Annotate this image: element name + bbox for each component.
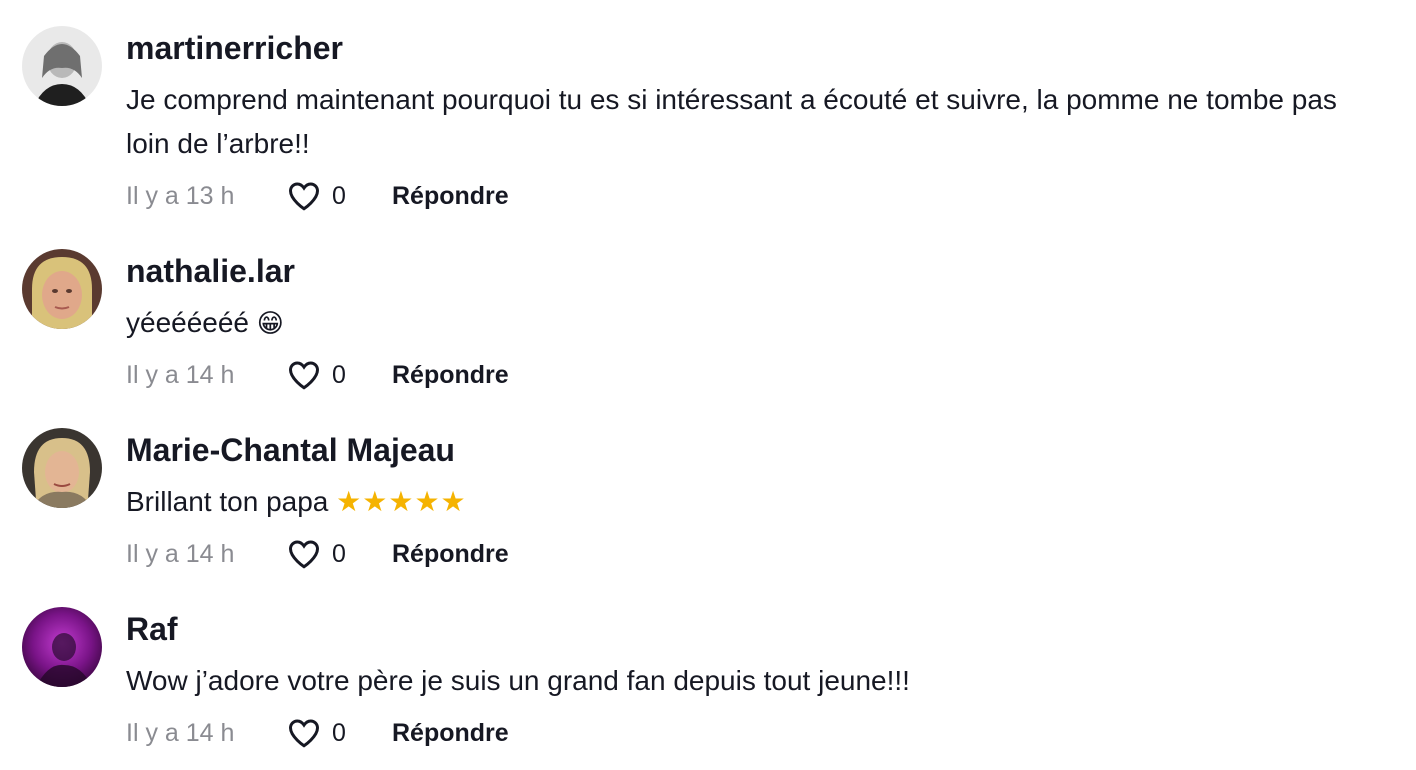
comment-body: Brillant ton papa <box>126 486 337 517</box>
comment-body: Wow j’adore votre père je suis un grand … <box>126 665 910 696</box>
comment-username[interactable]: martinerricher <box>126 28 343 68</box>
comment-body: Je comprend maintenant pourquoi tu es si… <box>126 84 1337 159</box>
like-button[interactable]: 0 <box>286 178 392 214</box>
comment-meta: Il y a 13 h 0 Répondre <box>126 176 509 216</box>
avatar[interactable] <box>22 26 102 106</box>
like-count: 0 <box>332 360 346 389</box>
comment-time: Il y a 14 h <box>126 539 235 568</box>
grinning-emoji-icon: 😁 <box>256 309 284 339</box>
comment-meta: Il y a 14 h 0 Répondre <box>126 534 509 574</box>
comment-time: Il y a 14 h <box>126 718 235 747</box>
heart-outline-icon <box>286 715 322 751</box>
like-button[interactable]: 0 <box>286 715 392 751</box>
comment-time: Il y a 14 h <box>126 360 235 389</box>
avatar[interactable] <box>22 607 102 687</box>
comment-text: Brillant ton papa ★★★★★ <box>126 480 1366 524</box>
like-button[interactable]: 0 <box>286 357 392 393</box>
comment-text: Je comprend maintenant pourquoi tu es si… <box>126 78 1366 166</box>
reply-button[interactable]: Répondre <box>392 540 509 569</box>
avatar[interactable] <box>22 249 102 329</box>
comment-time: Il y a 13 h <box>126 181 235 210</box>
reply-button[interactable]: Répondre <box>392 719 509 748</box>
heart-outline-icon <box>286 357 322 393</box>
like-button[interactable]: 0 <box>286 536 392 572</box>
like-count: 0 <box>332 539 346 568</box>
comment-username[interactable]: nathalie.lar <box>126 251 295 291</box>
heart-outline-icon <box>286 536 322 572</box>
comment-text: Wow j’adore votre père je suis un grand … <box>126 659 1366 703</box>
like-count: 0 <box>332 181 346 210</box>
comment-username[interactable]: Marie-Chantal Majeau <box>126 430 455 470</box>
reply-button[interactable]: Répondre <box>392 361 509 390</box>
avatar[interactable] <box>22 428 102 508</box>
heart-outline-icon <box>286 178 322 214</box>
like-count: 0 <box>332 718 346 747</box>
star-emoji-icon: ★★★★★ <box>336 486 467 517</box>
comment-text: yéeééeéé 😁 <box>126 301 1366 346</box>
comment-meta: Il y a 14 h 0 Répondre <box>126 355 509 395</box>
reply-button[interactable]: Répondre <box>392 182 509 211</box>
comment-username[interactable]: Raf <box>126 609 178 649</box>
comment-body: yéeééeéé <box>126 307 257 338</box>
comment-meta: Il y a 14 h 0 Répondre <box>126 713 509 753</box>
